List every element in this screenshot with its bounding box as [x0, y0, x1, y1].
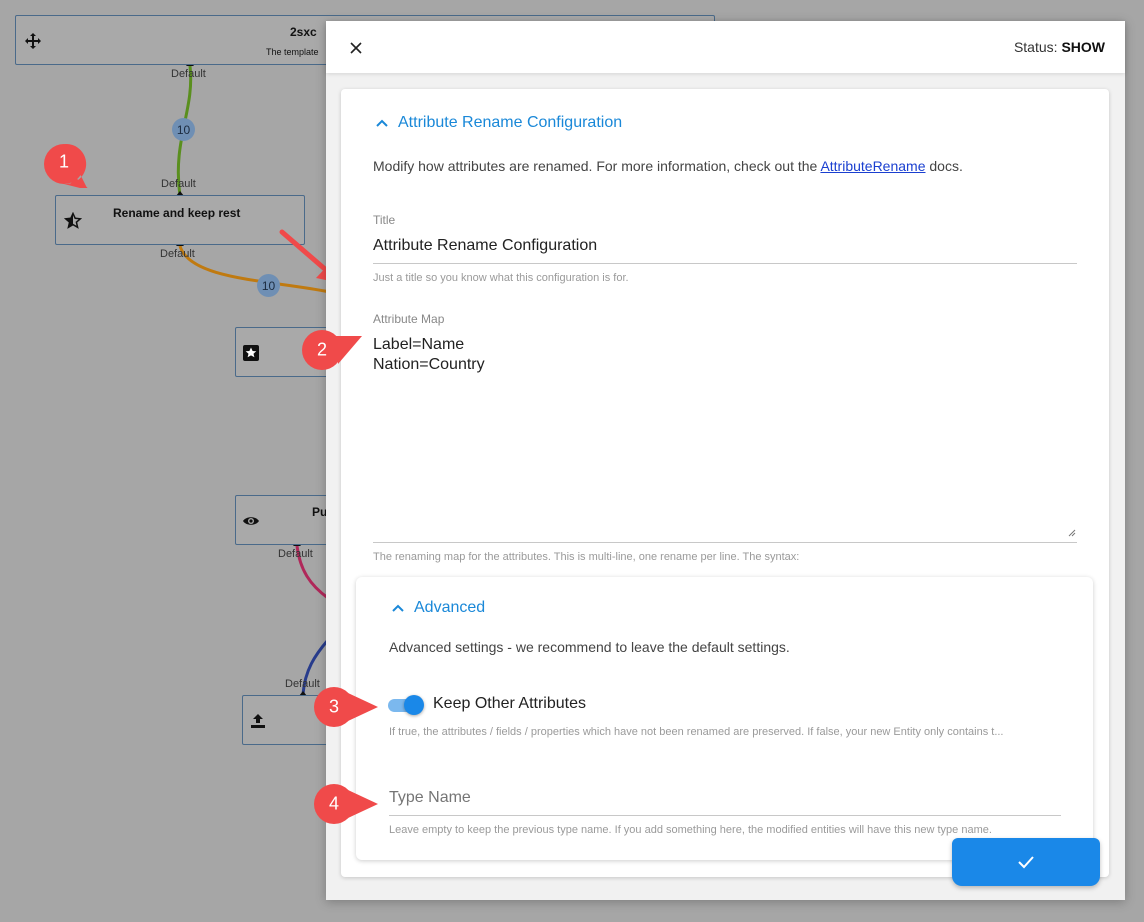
attribute-map-textarea[interactable]: Label=Name Nation=Country	[373, 335, 1077, 535]
save-button[interactable]	[952, 838, 1100, 886]
callout-marker-1: 1	[38, 140, 90, 190]
section-description: Modify how attributes are renamed. For m…	[373, 158, 963, 174]
configuration-card: Attribute Rename Configuration Modify ho…	[341, 89, 1109, 877]
keep-other-attributes-toggle[interactable]	[388, 695, 424, 715]
attribute-map-label: Attribute Map	[373, 312, 445, 326]
toggle-hint: If true, the attributes / fields / prope…	[389, 726, 1004, 738]
toggle-label: Keep Other Attributes	[433, 695, 586, 712]
close-button[interactable]	[344, 36, 368, 60]
callout-marker-3: 3	[312, 685, 378, 729]
chevron-up-icon	[376, 119, 388, 127]
resize-handle-icon[interactable]	[1068, 529, 1076, 537]
callout-marker-2: 2	[298, 328, 362, 372]
attribute-map-hint: The renaming map for the attributes. Thi…	[373, 551, 800, 563]
type-name-hint: Leave empty to keep the previous type na…	[389, 824, 992, 836]
title-field-label: Title	[373, 213, 396, 227]
section-toggle-advanced[interactable]: Advanced	[392, 599, 485, 617]
advanced-description: Advanced settings - we recommend to leav…	[389, 639, 790, 655]
check-icon	[1018, 856, 1034, 869]
status-label: Status:	[1013, 39, 1058, 55]
type-name-input[interactable]	[389, 786, 1061, 810]
edit-dialog: Status: SHOW Attribute Rename Configurat…	[326, 21, 1125, 900]
toggle-thumb	[404, 695, 424, 715]
dialog-header: Status: SHOW	[326, 21, 1125, 73]
type-name-underline	[389, 815, 1061, 816]
callout-marker-4: 4	[312, 782, 378, 826]
chevron-up-icon	[392, 604, 404, 612]
close-icon	[350, 42, 362, 54]
title-input-underline	[373, 263, 1077, 264]
status-indicator: Status: SHOW	[1014, 39, 1105, 55]
status-value: SHOW	[1061, 39, 1105, 55]
advanced-card: Advanced Advanced settings - we recommen…	[356, 577, 1093, 860]
advanced-title: Advanced	[414, 599, 486, 616]
title-field-hint: Just a title so you know what this confi…	[373, 272, 629, 284]
section-title: Attribute Rename Configuration	[398, 114, 623, 131]
title-input[interactable]: Attribute Rename Configuration	[373, 237, 1077, 255]
docs-link[interactable]: AttributeRename	[820, 158, 925, 174]
attribute-map-underline	[373, 542, 1077, 543]
section-toggle-attribute-rename[interactable]: Attribute Rename Configuration	[376, 114, 622, 132]
